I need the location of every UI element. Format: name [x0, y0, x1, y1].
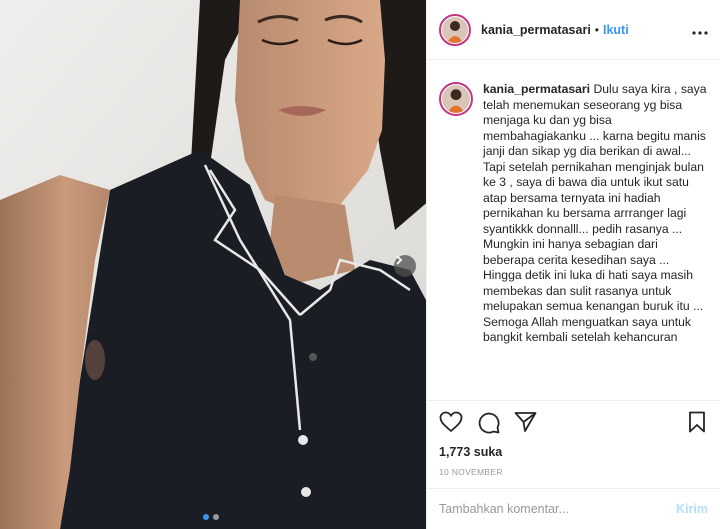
- caption-paragraph: Tapi setelah pernikahan menginjak bulan …: [483, 159, 704, 236]
- more-horizontal-icon: [692, 31, 708, 35]
- post-actions: 1,773 suka 10 NOVEMBER: [427, 400, 720, 477]
- comments-section[interactable]: kania_permatasari Dulu saya kira , saya …: [427, 70, 720, 400]
- caption-text: kania_permatasari Dulu saya kira , saya …: [483, 82, 708, 346]
- caption-paragraph: Semoga Allah menguatkan saya untuk bangk…: [483, 314, 692, 345]
- caption-avatar[interactable]: [439, 82, 473, 116]
- carousel-indicator: [203, 514, 219, 520]
- action-icons: [439, 409, 708, 435]
- post-sidebar: kania_permatasari • Ikuti kania_permatas…: [426, 0, 720, 529]
- photo-image: [0, 0, 426, 529]
- comment-input[interactable]: [439, 502, 677, 516]
- avatar[interactable]: [439, 13, 471, 46]
- post-photo[interactable]: [0, 0, 426, 529]
- like-button[interactable]: [439, 411, 463, 433]
- share-button[interactable]: [514, 411, 537, 433]
- carousel-dot: [213, 514, 219, 520]
- post-header: kania_permatasari • Ikuti: [427, 0, 720, 60]
- profile-photo: [442, 85, 470, 113]
- follow-button[interactable]: Ikuti: [603, 23, 629, 37]
- caption-paragraph: Hingga detik ini luka di hati saya masih…: [483, 268, 704, 313]
- header-separator: •: [594, 22, 599, 37]
- caption-paragraph: Mungkin ini hanya sebagian dari beberapa…: [483, 237, 670, 267]
- chevron-right-icon: [396, 255, 403, 265]
- save-button[interactable]: [688, 411, 706, 433]
- profile-photo: [442, 16, 468, 43]
- bookmark-icon: [689, 411, 705, 433]
- comment-button[interactable]: [477, 411, 500, 434]
- heart-icon: [439, 411, 463, 433]
- carousel-dot-active: [203, 514, 209, 520]
- caption: kania_permatasari Dulu saya kira , saya …: [439, 82, 708, 346]
- comment-form: Kirim: [427, 488, 720, 529]
- caption-paragraph: kania_permatasari Dulu saya kira , saya …: [483, 82, 708, 160]
- caption-username[interactable]: kania_permatasari: [483, 82, 590, 96]
- share-icon: [514, 412, 537, 432]
- post-date[interactable]: 10 NOVEMBER: [439, 467, 708, 477]
- header-username[interactable]: kania_permatasari: [481, 23, 591, 37]
- next-slide-button[interactable]: [394, 255, 416, 277]
- more-options-button[interactable]: [692, 22, 708, 40]
- comment-icon: [478, 412, 500, 433]
- likes-count[interactable]: 1,773 suka: [439, 445, 708, 459]
- post-comment-button[interactable]: Kirim: [676, 502, 708, 516]
